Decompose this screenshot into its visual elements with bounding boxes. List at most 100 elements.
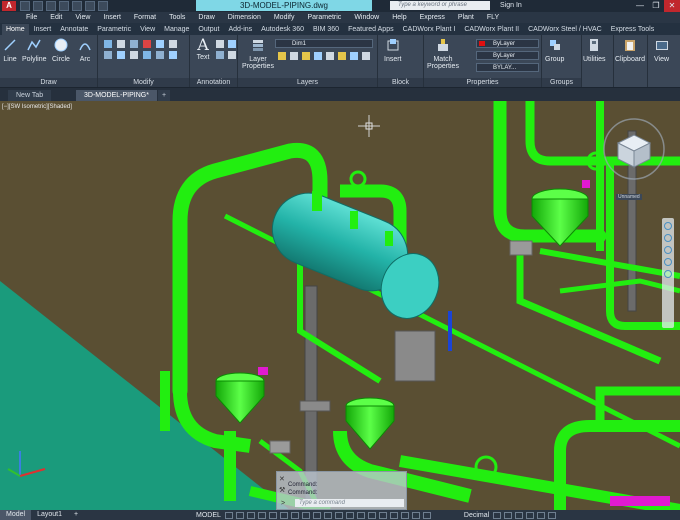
- menu-express[interactable]: Express: [420, 14, 445, 21]
- clipboard-tool[interactable]: Clipboard: [615, 38, 645, 63]
- annotation-visibility-icon[interactable]: [367, 511, 376, 519]
- grid-icon[interactable]: [224, 511, 233, 519]
- customization-icon[interactable]: [548, 511, 557, 519]
- menu-plant[interactable]: Plant: [458, 14, 474, 21]
- pan-icon[interactable]: [664, 234, 672, 242]
- scale-icon[interactable]: [143, 51, 151, 59]
- color-dropdown[interactable]: ByLayer: [476, 39, 539, 48]
- close-icon[interactable]: ✕: [279, 475, 285, 483]
- explode-icon[interactable]: [117, 51, 125, 59]
- tab-output[interactable]: Output: [194, 24, 223, 35]
- text-tool[interactable]: A Text: [196, 37, 210, 62]
- ortho-icon[interactable]: [246, 511, 255, 519]
- model-space-indicator[interactable]: MODEL: [196, 512, 221, 519]
- tab-layout1[interactable]: Layout1: [31, 510, 68, 520]
- layer-freeze-icon[interactable]: [290, 52, 298, 60]
- match-properties-tool[interactable]: Match Properties: [426, 38, 460, 70]
- rotate-icon[interactable]: [117, 40, 125, 48]
- move-icon[interactable]: [104, 40, 112, 48]
- print-icon[interactable]: [72, 1, 82, 11]
- layer-off-icon[interactable]: [350, 52, 358, 60]
- menu-draw[interactable]: Draw: [198, 14, 214, 21]
- polyline-tool[interactable]: Polyline: [22, 38, 47, 63]
- annotation-scale-icon[interactable]: [389, 511, 398, 519]
- model-viewport[interactable]: [0, 101, 680, 510]
- showmotion-icon[interactable]: [664, 270, 672, 278]
- menu-fly[interactable]: FLY: [487, 14, 499, 21]
- tab-cadworx-steel-hvac[interactable]: CADWorx Steel / HVAC: [524, 24, 606, 35]
- sign-in-button[interactable]: Sign In: [500, 0, 522, 12]
- layer-match-icon[interactable]: [314, 52, 322, 60]
- workspace-icon[interactable]: [400, 511, 409, 519]
- menu-window[interactable]: Window: [354, 14, 379, 21]
- tab-model[interactable]: Model: [0, 510, 32, 520]
- tab-new-tab[interactable]: New Tab: [8, 90, 52, 101]
- isolate-objects-icon[interactable]: [515, 511, 524, 519]
- menu-file[interactable]: File: [26, 14, 37, 21]
- menu-modify[interactable]: Modify: [274, 14, 295, 21]
- mtext-icon[interactable]: [228, 51, 236, 59]
- tab-insert[interactable]: Insert: [30, 24, 56, 35]
- leader-icon[interactable]: [228, 40, 236, 48]
- viewport-controls-label[interactable]: [−][SW Isometric][Shaded]: [2, 104, 72, 110]
- utilities-tool[interactable]: Utilities: [583, 38, 606, 63]
- save-icon[interactable]: [46, 1, 56, 11]
- selection-filter-icon[interactable]: [345, 511, 354, 519]
- mirror-icon[interactable]: [169, 40, 177, 48]
- circle-tool[interactable]: Circle: [52, 38, 70, 63]
- otrack-icon[interactable]: [279, 511, 288, 519]
- layer-previous-icon[interactable]: [326, 52, 334, 60]
- tab-3d-model-piping[interactable]: 3D-MODEL-PIPING*: [76, 90, 157, 101]
- array-icon[interactable]: [156, 51, 164, 59]
- steering-wheel-icon[interactable]: [664, 222, 672, 230]
- clean-screen-icon[interactable]: [537, 511, 546, 519]
- transparency-icon[interactable]: [301, 511, 310, 519]
- 3d-osnap-icon[interactable]: [323, 511, 332, 519]
- save-as-icon[interactable]: [59, 1, 69, 11]
- dynamic-ucs-icon[interactable]: [334, 511, 343, 519]
- fillet-icon[interactable]: [104, 51, 112, 59]
- redo-icon[interactable]: [98, 1, 108, 11]
- copy-icon[interactable]: [156, 40, 164, 48]
- layer-lock-icon[interactable]: [302, 52, 310, 60]
- units-icon[interactable]: [422, 511, 431, 519]
- tab-view[interactable]: View: [136, 24, 159, 35]
- layer-on-icon[interactable]: [278, 52, 286, 60]
- command-input[interactable]: Type a command: [295, 499, 404, 507]
- layer-current-icon[interactable]: [362, 52, 370, 60]
- close-icon[interactable]: ✕: [664, 0, 680, 12]
- open-icon[interactable]: [33, 1, 43, 11]
- tab-express-tools[interactable]: Express Tools: [607, 24, 658, 35]
- tab-add-ins[interactable]: Add-ins: [224, 24, 256, 35]
- annotation-monitor-icon[interactable]: [411, 511, 420, 519]
- menu-dimension[interactable]: Dimension: [228, 14, 261, 21]
- menu-tools[interactable]: Tools: [169, 14, 185, 21]
- tab-home[interactable]: Home: [2, 24, 29, 35]
- selection-cycling-icon[interactable]: [312, 511, 321, 519]
- linetype-dropdown[interactable]: ByLayer: [476, 51, 539, 60]
- lineweight-icon[interactable]: [290, 511, 299, 519]
- add-layout-button[interactable]: +: [68, 510, 84, 520]
- tab-cadworx-plant-2[interactable]: CADWorx Plant II: [460, 24, 523, 35]
- group-tool[interactable]: Group: [545, 38, 564, 63]
- application-menu-button[interactable]: A: [2, 1, 16, 11]
- layer-properties-tool[interactable]: Layer Properties: [241, 38, 275, 70]
- quick-properties-icon[interactable]: [493, 511, 502, 519]
- menu-format[interactable]: Format: [134, 14, 156, 21]
- menu-edit[interactable]: Edit: [50, 14, 62, 21]
- orbit-icon[interactable]: [664, 258, 672, 266]
- gizmo-icon[interactable]: [356, 511, 365, 519]
- tab-bim-360[interactable]: BIM 360: [309, 24, 343, 35]
- tab-manage[interactable]: Manage: [160, 24, 193, 35]
- viewcube-ucs-menu[interactable]: Unnamed: [616, 194, 642, 200]
- menu-view[interactable]: View: [75, 14, 90, 21]
- erase-icon[interactable]: [143, 40, 151, 48]
- tab-featured-apps[interactable]: Featured Apps: [344, 24, 398, 35]
- new-icon[interactable]: [20, 1, 30, 11]
- restore-icon[interactable]: ❐: [648, 0, 664, 12]
- offset-icon[interactable]: [169, 51, 177, 59]
- dimension-icon[interactable]: [216, 40, 224, 48]
- search-input[interactable]: Type a keyword or phrase: [390, 1, 490, 10]
- trim-icon[interactable]: [130, 40, 138, 48]
- table-icon[interactable]: [216, 51, 224, 59]
